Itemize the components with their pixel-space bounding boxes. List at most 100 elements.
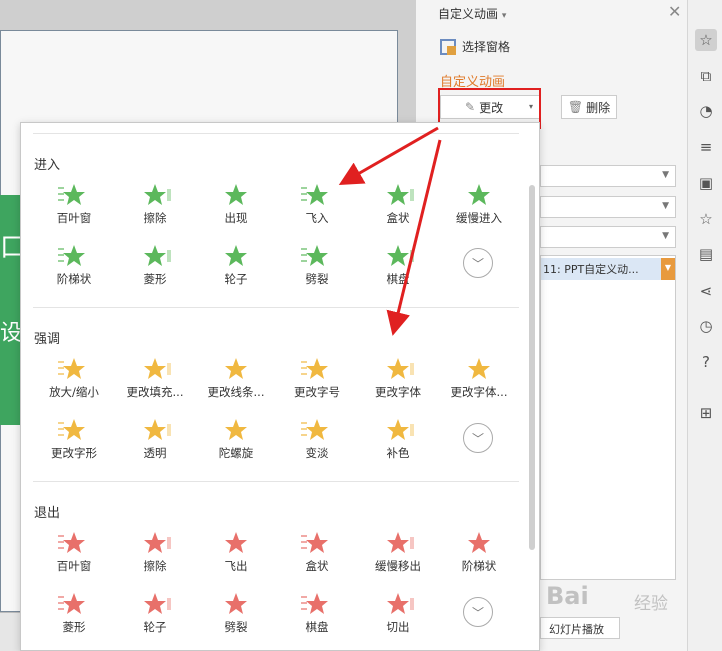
emphasis-effect-label: 更改字形	[51, 446, 97, 460]
entrance-effect-item[interactable]: 盒状	[358, 181, 438, 233]
exit-effect-item[interactable]: 飞出	[196, 529, 276, 581]
selection-pane-button[interactable]: 选择窗格	[440, 38, 510, 55]
trash-icon: 🗑	[567, 100, 584, 114]
entrance-effect-item[interactable]: 百叶窗	[34, 181, 114, 233]
exit-more-button[interactable]: ﹀	[463, 597, 493, 627]
chevron-down-icon[interactable]: ▼	[662, 201, 669, 211]
wheel-star-icon	[218, 242, 254, 268]
wipe-exit-icon	[137, 529, 173, 555]
emphasis-effect-label: 陀螺旋	[218, 446, 254, 460]
emphasis-effect-label: 更改字体	[375, 385, 421, 399]
emphasis-more-button[interactable]: ﹀	[463, 423, 493, 453]
star-icon[interactable]: ☆	[695, 208, 717, 230]
slide-green-block: 口 设	[0, 195, 26, 425]
emphasis-effect-item[interactable]: 更改字形	[34, 416, 114, 468]
entrance-effect-label: 轮子	[224, 272, 248, 286]
fly-out-icon	[218, 529, 254, 555]
archive-icon[interactable]: ▤	[695, 243, 717, 265]
exit-effect-item[interactable]: 切出	[358, 590, 438, 642]
emphasis-effect-label: 更改字体...	[450, 385, 508, 399]
entrance-effect-label: 棋盘	[386, 272, 410, 286]
history-icon[interactable]: ◷	[695, 315, 717, 337]
emphasis-effect-item[interactable]: 更改字体...	[439, 355, 519, 407]
fill-color-icon	[137, 355, 173, 381]
entrance-more-button[interactable]: ﹀	[463, 248, 493, 278]
settings-sliders-icon[interactable]: ≡	[695, 136, 717, 158]
slideshow-button[interactable]: 幻灯片播放	[540, 617, 620, 639]
slide-switch-icon[interactable]: ⧉	[695, 65, 717, 87]
watermark-logo: Bai	[546, 582, 589, 610]
entrance-effect-label: 出现	[224, 211, 248, 225]
emphasis-effect-item[interactable]: 更改填充...	[115, 355, 195, 407]
line-color-icon	[218, 355, 254, 381]
divider	[33, 481, 519, 482]
emphasis-group-title: 强调	[34, 332, 61, 347]
emphasis-effect-item[interactable]: 更改字体	[358, 355, 438, 407]
chevron-down-icon[interactable]: ▼	[662, 231, 669, 241]
exit-effect-label: 盒状	[305, 559, 329, 573]
chevron-down-icon[interactable]: ▾	[502, 11, 507, 21]
emphasis-effect-item[interactable]: 陀螺旋	[196, 416, 276, 468]
close-icon[interactable]: ✕	[668, 2, 681, 21]
popup-scrollbar[interactable]	[529, 185, 535, 550]
help-icon[interactable]: ?	[695, 351, 717, 373]
emphasis-effect-item[interactable]: 更改字号	[277, 355, 357, 407]
exit-effect-item[interactable]: 棋盘	[277, 590, 357, 642]
shapes-icon[interactable]: ◔	[695, 100, 717, 122]
emphasis-effect-label: 补色	[386, 446, 410, 460]
entrance-effect-label: 菱形	[143, 272, 167, 286]
pane-title[interactable]: 自定义动画 ▾	[438, 5, 506, 22]
chevron-down-icon: ﹀	[471, 431, 484, 446]
exit-effect-item[interactable]: 菱形	[34, 590, 114, 642]
blinds-star-icon	[56, 181, 92, 207]
entrance-effect-item[interactable]: 阶梯状	[34, 242, 114, 294]
exit-effect-item[interactable]: 缓慢移出	[358, 529, 438, 581]
share-icon[interactable]: ⋖	[695, 280, 717, 302]
emphasis-effect-item[interactable]: 补色	[358, 416, 438, 468]
delete-button[interactable]: 🗑 删除	[561, 95, 617, 119]
box-exit-icon	[299, 529, 335, 555]
start-dropdown[interactable]: ▼	[540, 165, 676, 187]
animation-list-item[interactable]: 11: PPT自定义动... ▼	[541, 258, 675, 280]
apps-grid-icon[interactable]: ⊞	[695, 402, 717, 424]
right-toolbar: ☆ ⧉ ◔ ≡ ▣ ☆ ▤ ⋖ ◷ ? ⊞	[687, 0, 722, 651]
exit-effect-label: 擦除	[143, 559, 167, 573]
emphasis-effect-item[interactable]: 放大/缩小	[34, 355, 114, 407]
chevron-down-icon: ﹀	[471, 605, 484, 620]
entrance-effect-item[interactable]: 劈裂	[277, 242, 357, 294]
entrance-effect-item[interactable]: 棋盘	[358, 242, 438, 294]
emphasis-effect-item[interactable]: 透明	[115, 416, 195, 468]
stairs-exit-icon	[461, 529, 497, 555]
emphasis-effect-item[interactable]: 更改线条...	[196, 355, 276, 407]
exit-effect-item[interactable]: 劈裂	[196, 590, 276, 642]
animation-list[interactable]: 11: PPT自定义动... ▼	[540, 255, 676, 580]
exit-effect-label: 缓慢移出	[375, 559, 421, 573]
crawl-in-star-icon	[461, 181, 497, 207]
font-icon	[380, 355, 416, 381]
entrance-effect-item[interactable]: 擦除	[115, 181, 195, 233]
exit-effect-item[interactable]: 轮子	[115, 590, 195, 642]
entrance-effect-item[interactable]: 出现	[196, 181, 276, 233]
speed-dropdown[interactable]: ▼	[540, 226, 676, 248]
emphasis-effect-label: 变淡	[305, 446, 329, 460]
emphasis-effect-label: 放大/缩小	[49, 385, 99, 399]
entrance-effect-item[interactable]: 轮子	[196, 242, 276, 294]
entrance-effect-item[interactable]: 菱形	[115, 242, 195, 294]
exit-effect-item[interactable]: 百叶窗	[34, 529, 114, 581]
entrance-effect-item[interactable]: 缓慢进入	[439, 181, 519, 233]
exit-effect-item[interactable]: 盒状	[277, 529, 357, 581]
crawl-out-icon	[380, 529, 416, 555]
chevron-down-icon[interactable]: ▼	[661, 258, 675, 280]
animation-star-icon[interactable]: ☆	[695, 29, 717, 51]
emphasis-effect-item[interactable]: 变淡	[277, 416, 357, 468]
property-dropdown[interactable]: ▼	[540, 196, 676, 218]
selection-pane-icon	[440, 38, 456, 55]
exit-effect-item[interactable]: 擦除	[115, 529, 195, 581]
entrance-effect-item[interactable]: 飞入	[277, 181, 357, 233]
grow-shrink-icon	[56, 355, 92, 381]
chevron-down-icon[interactable]: ▼	[662, 170, 669, 180]
picture-icon[interactable]: ▣	[695, 172, 717, 194]
exit-effect-item[interactable]: 阶梯状	[439, 529, 519, 581]
divider	[33, 307, 519, 308]
exit-group-title: 退出	[34, 506, 61, 521]
